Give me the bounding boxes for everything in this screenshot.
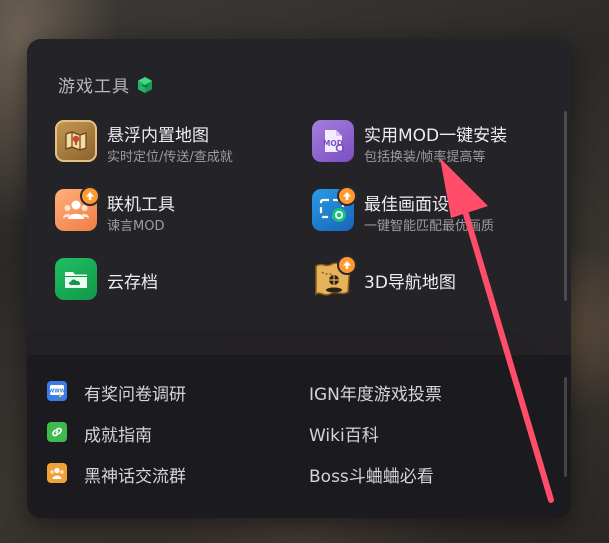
tools-scrollbar[interactable]	[564, 111, 567, 301]
tool-floating-map[interactable]: 悬浮内置地图 实时定位/传送/查成就	[55, 120, 285, 165]
tool-cloud-save[interactable]: 云存档	[55, 258, 285, 302]
update-badge-icon	[337, 186, 357, 206]
link-icon	[47, 422, 67, 442]
link-ign-vote[interactable]: IGN年度游戏投票	[309, 380, 442, 405]
link-community-group[interactable]: 黑神话交流群	[47, 461, 227, 487]
tool-multiplayer[interactable]: 联机工具 谏言MOD	[55, 186, 285, 234]
display-settings-icon	[312, 186, 357, 231]
treasure-map-icon	[312, 255, 357, 300]
link-achievement-guide[interactable]: 成就指南	[47, 420, 227, 446]
cloud-folder-icon	[55, 258, 97, 300]
link-survey[interactable]: WWW 有奖问卷调研	[47, 379, 227, 405]
game-tools-section: 游戏工具 悬浮内置地图 实时定位/传送/查成就 MOD 实用MOD一键安装 包括…	[27, 39, 571, 330]
update-badge-icon	[80, 186, 100, 206]
tool-3d-navigation-map[interactable]: 3D导航地图	[312, 255, 552, 302]
links-section: WWW 有奖问卷调研 成就指南 黑神话交流群 IGN年度游戏投票 Wiki百科 …	[27, 354, 571, 518]
svg-text:MOD: MOD	[323, 139, 343, 148]
team-icon	[55, 186, 100, 231]
tool-best-graphics[interactable]: 最佳画面设置 一键智能匹配最优画质	[312, 186, 552, 234]
group-icon	[47, 463, 67, 483]
links-scrollbar[interactable]	[564, 377, 567, 477]
tool-mod-install[interactable]: MOD 实用MOD一键安装 包括换装/帧率提高等	[312, 120, 552, 165]
link-boss-guide[interactable]: Boss斗蛐蛐必看	[309, 462, 434, 487]
update-badge-icon	[337, 255, 357, 275]
survey-icon: WWW	[47, 381, 67, 401]
cube-icon	[136, 76, 154, 99]
tools-panel: 游戏工具 悬浮内置地图 实时定位/传送/查成就 MOD 实用MOD一键安装 包括…	[27, 39, 571, 518]
mod-file-icon: MOD	[312, 120, 354, 162]
map-icon	[55, 120, 97, 162]
svg-text:WWW: WWW	[49, 389, 65, 395]
link-wiki[interactable]: Wiki百科	[309, 421, 379, 446]
section-title: 游戏工具	[58, 72, 154, 99]
